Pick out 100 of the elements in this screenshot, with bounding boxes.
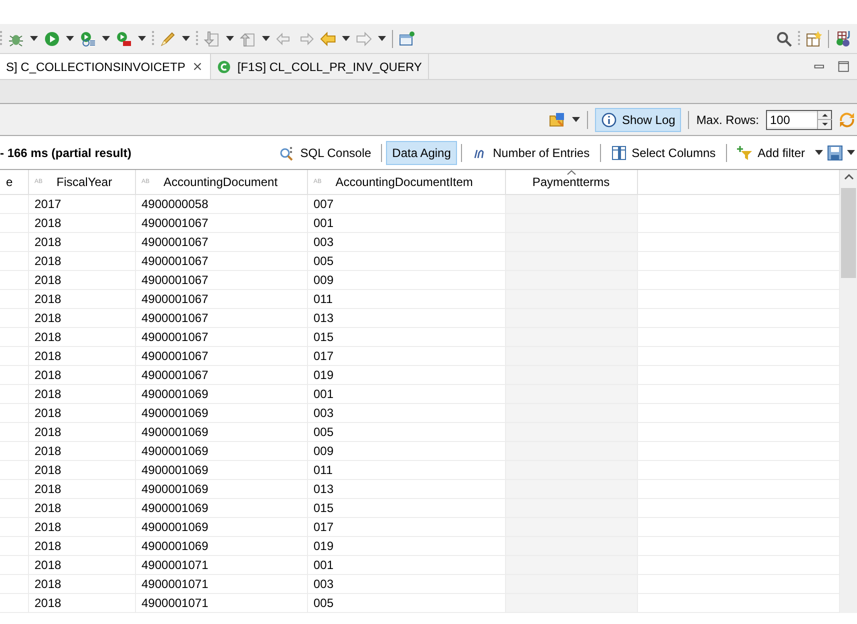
table-cell: 001 (314, 558, 334, 572)
run-config-icon[interactable] (80, 30, 96, 46)
caret-icon[interactable] (138, 36, 146, 41)
table-cell: 2018 (34, 520, 62, 534)
caret-icon[interactable] (102, 36, 110, 41)
table-cell: 2018 (34, 596, 62, 610)
show-log-button[interactable]: Show Log (594, 108, 682, 132)
run-icon[interactable] (44, 30, 60, 46)
info-icon (600, 112, 617, 128)
decrement-icon[interactable] (818, 119, 832, 128)
table-cell: 013 (314, 311, 334, 325)
pin-window-icon[interactable] (399, 30, 415, 46)
table-cell: 2018 (34, 311, 62, 325)
scrollbar-thumb[interactable] (841, 188, 856, 278)
toolbar-button[interactable]: SQL Console (273, 140, 378, 164)
table-cell: 2018 (34, 368, 62, 382)
table-cell: 2018 (34, 539, 62, 553)
max-rows-field[interactable]: 100 (766, 110, 832, 130)
console-icon[interactable] (279, 144, 296, 160)
max-rows-label: Max. Rows: (696, 112, 759, 126)
caret-icon[interactable] (226, 36, 234, 41)
table-cell: 2017 (34, 197, 62, 211)
toolbar-button[interactable]: Add filter (730, 140, 811, 164)
caret-icon[interactable] (262, 36, 270, 41)
scrollbar[interactable] (840, 170, 857, 613)
table-cell: 001 (314, 216, 334, 230)
table-cell: 2018 (34, 463, 62, 477)
sort-icon[interactable] (567, 170, 576, 175)
caret-icon[interactable] (847, 150, 855, 155)
caret-icon[interactable] (342, 36, 350, 41)
caret-icon[interactable] (66, 36, 74, 41)
table-cell: 2018 (34, 292, 62, 306)
maximize-icon[interactable] (837, 60, 851, 74)
table-cell: 4900001069 (142, 520, 208, 534)
table-cell: 4900001067 (142, 368, 208, 382)
save-icon[interactable] (827, 144, 843, 160)
table-cell: 003 (314, 406, 334, 420)
table-cell: 4900001069 (142, 406, 208, 420)
table-cell: 005 (314, 425, 334, 439)
table-cell: 2018 (34, 216, 62, 230)
caret-icon[interactable] (572, 117, 580, 122)
table-cell: 009 (314, 444, 334, 458)
table-cell: 4900001069 (142, 501, 208, 515)
toolbar-button[interactable]: Select Columns (604, 140, 722, 164)
table-cell: 2018 (34, 558, 62, 572)
editor-tab[interactable]: S] C_COLLECTIONSINVOICETP (0, 54, 212, 79)
table-cell: 2018 (34, 254, 62, 268)
caret-icon[interactable] (378, 36, 386, 41)
table-cell: 4900001067 (142, 330, 208, 344)
table-cell: 4900001069 (142, 539, 208, 553)
table-cell: 017 (314, 349, 334, 363)
caret-icon[interactable] (182, 36, 190, 41)
columns-icon[interactable] (610, 144, 627, 160)
table-cell: 4900001071 (142, 577, 208, 591)
table-cell: 4900001069 (142, 444, 208, 458)
table-cell: 2018 (34, 406, 62, 420)
table-cell: 4900001067 (142, 292, 208, 306)
table-cell: 4900001071 (142, 558, 208, 572)
back-arrow-icon[interactable] (320, 30, 336, 46)
table-cell: 2018 (34, 349, 62, 363)
table-cell: 2018 (34, 501, 62, 515)
column-header[interactable]: Paymentterms (505, 170, 637, 194)
table-cell: 4900001067 (142, 235, 208, 249)
run-toolbox-icon[interactable] (116, 30, 132, 46)
table-cell: 4900000058 (142, 197, 208, 211)
table-cell: 2018 (34, 577, 62, 591)
pencil-icon[interactable] (160, 30, 176, 46)
table-cell: 4900001067 (142, 273, 208, 287)
table-cell: 013 (314, 482, 334, 496)
toolbar-button[interactable]: Number of Entries (466, 140, 596, 164)
table-cell: 4900001069 (142, 482, 208, 496)
table-cell: 2018 (34, 387, 62, 401)
class-icon (217, 60, 232, 74)
database-perspective-icon[interactable] (835, 30, 851, 46)
table-cell: 2018 (34, 425, 62, 439)
table-cell: 2018 (34, 330, 62, 344)
table-cell: 2018 (34, 273, 62, 287)
table-cell: 4900001071 (142, 596, 208, 610)
table-cell: 4900001069 (142, 463, 208, 477)
column-header[interactable]: e (0, 170, 28, 194)
export-icon[interactable] (548, 112, 565, 128)
table-cell: 003 (314, 577, 334, 591)
table-cell: 017 (314, 520, 334, 534)
table-cell: 015 (314, 501, 334, 515)
query-status: - 166 ms (partial result) (0, 146, 132, 160)
table-cell: 4900001069 (142, 425, 208, 439)
table-cell: 007 (314, 197, 334, 211)
table-cell: 2018 (34, 444, 62, 458)
perspective-icon[interactable] (806, 30, 822, 46)
table-cell: 015 (314, 330, 334, 344)
caret-icon[interactable] (815, 150, 823, 155)
table-cell: 001 (314, 387, 334, 401)
table-cell: 2018 (34, 235, 62, 249)
table-cell: 4900001067 (142, 254, 208, 268)
filter-icon[interactable] (736, 144, 753, 160)
caret-icon[interactable] (30, 36, 38, 41)
search-icon[interactable] (776, 30, 792, 46)
toolbar-button[interactable]: Data Aging (386, 140, 457, 164)
table-cell: 4900001069 (142, 387, 208, 401)
table-cell: 4900001067 (142, 349, 208, 363)
